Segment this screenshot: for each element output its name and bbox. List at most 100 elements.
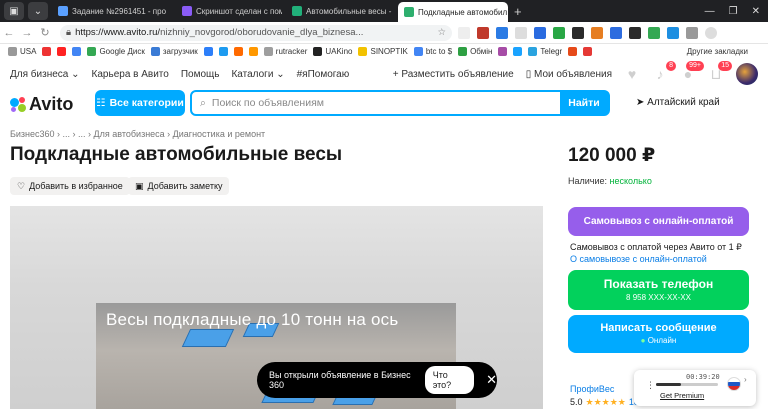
minimize-icon[interactable]: — [705,6,715,17]
bookmark-favicon-icon [57,46,67,56]
chevron-icon[interactable]: › [744,375,747,384]
browser-tab-2[interactable]: Скриншот сделан с помо [176,2,282,20]
cart-badge: 15 [718,61,732,71]
tab-label: Задание №2961451 - про [72,6,167,16]
bookmark-item[interactable] [42,46,52,56]
bookmark-item[interactable] [57,46,67,56]
bookmark-item[interactable]: Обмін [458,46,492,56]
bookmark-item[interactable] [583,46,593,56]
bookmark-favicon-icon [528,46,538,56]
close-window-icon[interactable]: ✕ [752,6,760,17]
browser-tab-1[interactable]: Задание №2961451 - про [52,2,172,20]
url-field[interactable]: 🔒︎ https://www.avito.ru/nizhniy_novgorod… [60,24,452,41]
add-favorite-button[interactable]: ♡ Добавить в избранное [10,177,130,195]
pickup-online-payment-button[interactable]: Самовывоз с онлайн-оплатой [568,207,749,236]
breadcrumb[interactable]: Бизнес360 › ... › ... › Для автобизнеса … [10,129,265,139]
grid-icon: ☷ [96,97,106,109]
bookmark-item[interactable]: Telegr [528,46,562,56]
write-message-label: Написать сообщение [600,322,717,334]
extension-icon[interactable] [458,26,470,39]
bookmark-item[interactable]: Google Диск [87,46,145,56]
window-menu-icon[interactable]: ▣ [4,2,24,20]
window-controls: — ❐ ✕ [705,6,768,17]
extension-icon[interactable] [686,26,698,39]
extension-icon[interactable] [477,26,489,39]
pickup-info-link[interactable]: О самовывозе с онлайн-оплатой [570,254,707,264]
other-bookmarks[interactable]: Другие закладки [687,47,768,56]
nav-catalogs[interactable]: Каталоги ⌄ [231,69,284,80]
bookmark-item[interactable]: USA [8,46,36,56]
all-categories-button[interactable]: ☷ Все категории [95,90,185,116]
extension-icon[interactable] [629,26,641,39]
extension-icon[interactable] [667,26,679,39]
profile-icon[interactable] [705,26,717,39]
bookmark-item[interactable] [568,46,578,56]
browser-tab-3[interactable]: Автомобильные весы - К [286,2,394,20]
nav-helping[interactable]: #яПомогаю [297,69,350,80]
maximize-icon[interactable]: ❐ [729,6,738,17]
browser-tab-active[interactable]: Подкладные автомобил ✕ [398,2,508,22]
search-button[interactable]: Найти [560,92,608,114]
bookmark-item[interactable] [218,46,228,56]
search-input[interactable]: ⌕ Поиск по объявлениям [192,97,560,110]
tab-list-icon[interactable]: ⌄ [28,2,48,20]
extension-icon[interactable] [572,26,584,39]
menu-dots-icon[interactable]: ⋮ [646,380,655,391]
seller-name[interactable]: ПрофиВес [570,384,614,394]
notifications-bell-icon[interactable]: ♪ 8 [652,61,676,82]
reload-icon[interactable]: ↻ [36,26,54,39]
favorites-heart-icon[interactable]: ♥ [624,66,640,82]
close-icon[interactable]: ✕ [486,372,497,388]
show-phone-button[interactable]: Показать телефон 8 958 XXX-XX-XX [568,270,749,310]
bookmark-item[interactable] [233,46,243,56]
write-message-button[interactable]: Написать сообщение ● Онлайн [568,315,749,353]
bookmark-item[interactable] [513,46,523,56]
what-is-it-button[interactable]: Что это? [424,366,475,394]
get-premium-link[interactable]: Get Premium [660,391,704,400]
bookmark-item[interactable] [203,46,213,56]
extension-icon[interactable] [515,26,527,39]
bookmark-favicon-icon [203,46,213,56]
tab-label: Скриншот сделан с помо [196,6,282,16]
avito-logo[interactable]: Avito [10,94,73,115]
bookmark-item[interactable]: загрузчик [150,46,198,56]
nav-help[interactable]: Помощь [181,69,220,80]
screen-recorder-widget: ⋮ 00:39:20 › Get Premium [634,370,756,406]
language-flag-icon[interactable] [727,377,741,391]
region-selector[interactable]: ➤ Алтайский край [636,97,720,108]
user-avatar[interactable] [736,63,758,85]
bookmark-favicon-icon [513,46,523,56]
extension-icon[interactable] [534,26,546,39]
bookmark-item[interactable]: btc to $ [413,46,452,56]
back-icon[interactable]: ← [0,27,18,39]
extension-icon[interactable] [553,26,565,39]
extension-icon[interactable] [648,26,660,39]
bookmark-item[interactable]: rutracker [263,46,307,56]
cart-icon[interactable]: ⊔ 15 [708,61,732,82]
bookmark-item[interactable]: UAKino [313,46,352,56]
nav-career[interactable]: Карьера в Авито [92,69,169,80]
availability-value: несколько [609,176,652,186]
forward-icon[interactable]: → [18,27,36,39]
new-tab-icon[interactable]: + [514,4,522,19]
location-arrow-icon: ➤ [636,97,645,108]
add-note-button[interactable]: ▣ Добавить заметку [128,177,230,195]
avito-top-nav: Для бизнеса ⌄ Карьера в Авито Помощь Кат… [10,61,758,85]
post-ad-link[interactable]: + Разместить объявление [393,69,514,80]
tab-favicon-icon [292,6,302,16]
bookmark-item[interactable] [72,46,82,56]
url-path: nizhniy_novgorod/oborudovanie_dlya_bizne… [160,27,364,38]
nav-business[interactable]: Для бизнеса ⌄ [10,69,80,80]
bookmark-item[interactable]: SINOPTIK [358,46,408,56]
bookmark-item[interactable] [248,46,258,56]
extension-icon[interactable] [610,26,622,39]
my-ads-link[interactable]: ▯ Мои объявления [526,69,612,80]
extension-icon[interactable] [591,26,603,39]
page-title: Подкладные автомобильные весы [10,144,343,165]
extension-icon[interactable] [496,26,508,39]
bookmark-label: SINOPTIK [370,46,408,56]
bookmark-star-icon[interactable]: ☆ [437,27,446,38]
messages-icon[interactable]: ● 99+ [680,61,704,82]
bookmark-item[interactable] [498,46,508,56]
search-placeholder: Поиск по объявлениям [211,97,324,109]
